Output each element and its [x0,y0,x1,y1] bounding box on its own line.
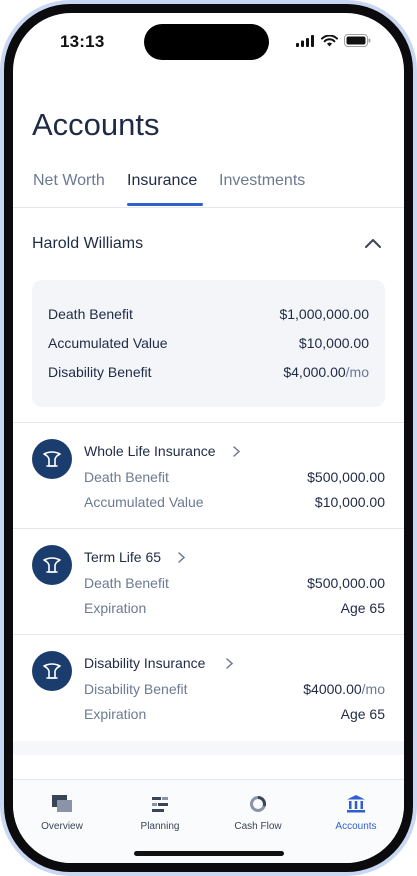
active-tab-indicator [127,203,203,206]
policy-name: Whole Life Insurance [84,443,216,459]
insurer-logo-icon [32,651,72,691]
policy-detail-value: $10,000.00 [314,494,385,510]
chevron-right-icon [178,552,185,563]
policy-detail-row: Death Benefit $500,000.00 [84,469,385,485]
tab-net-worth[interactable]: Net Worth [33,172,105,190]
dynamic-island [144,24,269,60]
battery-icon [344,34,371,47]
policy-detail-label: Disability Benefit [84,681,188,697]
chevron-right-icon [226,658,233,669]
insurer-logo-icon [32,545,72,585]
policy-detail-value: $500,000.00 [307,469,385,485]
tab-investments[interactable]: Investments [219,172,305,190]
planning-icon [152,797,168,812]
policy-detail-row: Death Benefit $500,000.00 [84,575,385,591]
policy-detail-value: Age 65 [340,600,385,616]
page-title: Accounts [32,107,160,142]
summary-row: Accumulated Value $10,000.00 [48,335,369,351]
policy-detail-value: $4000.00 [303,681,362,697]
tabbar-label: Planning [140,821,180,832]
insured-name[interactable]: Harold Williams [32,235,143,253]
policy-item-disability[interactable]: Disability Insurance Disability Benefit … [13,635,404,740]
overview-icon [52,795,72,812]
policy-item-term-life[interactable]: Term Life 65 Death Benefit $500,000.00 E… [13,529,404,634]
policy-detail-label: Expiration [84,706,147,722]
policy-detail-label: Accumulated Value [84,494,204,510]
policy-detail-unit: /mo [361,681,385,697]
summary-row: Disability Benefit $4,000.00/mo [48,364,369,380]
chevron-up-icon[interactable] [364,237,382,249]
summary-unit: /mo [345,364,369,380]
summary-value: $4,000.00 [283,364,346,380]
home-indicator[interactable] [134,851,284,856]
summary-value: $1,000,000.00 [279,306,369,322]
policy-detail-label: Death Benefit [84,575,169,591]
policy-name: Disability Insurance [84,655,206,671]
tabs-divider [13,207,404,208]
tabbar-label: Overview [41,821,83,832]
tab-insurance[interactable]: Insurance [127,172,197,190]
tabbar-item-cash-flow[interactable]: Cash Flow [209,780,307,840]
policy-name: Term Life 65 [84,549,162,565]
tabbar-label: Accounts [335,821,377,832]
summary-label: Death Benefit [48,306,133,322]
policy-detail-value: Age 65 [340,706,385,722]
policy-detail-row: Expiration Age 65 [84,706,385,722]
screen: 13:13 Accounts Net Worth Insurance Inves… [13,13,404,863]
tabbar-label: Cash Flow [234,821,282,832]
summary-label: Accumulated Value [48,335,168,351]
summary-value: $10,000.00 [298,335,369,351]
list-end-spacer [13,741,404,755]
insurance-summary-card: Death Benefit $1,000,000.00 Accumulated … [32,280,385,407]
policy-detail-value: $500,000.00 [307,575,385,591]
tabbar-item-accounts[interactable]: Accounts [307,780,404,840]
wifi-icon [321,34,338,46]
policy-detail-row: Accumulated Value $10,000.00 [84,494,385,510]
cellular-signal-icon [296,34,314,47]
status-icons [296,34,371,47]
insurer-logo-icon [32,439,72,479]
policy-detail-row: Disability Benefit $4000.00/mo [84,681,385,697]
bank-icon [347,795,365,813]
chevron-right-icon [233,446,240,457]
summary-row: Death Benefit $1,000,000.00 [48,306,369,322]
tabbar-item-planning[interactable]: Planning [111,780,209,840]
policy-detail-row: Expiration Age 65 [84,600,385,616]
summary-label: Disability Benefit [48,364,152,380]
tabbar-item-overview[interactable]: Overview [13,780,111,840]
policy-detail-label: Death Benefit [84,469,169,485]
policy-detail-label: Expiration [84,600,147,616]
segment-tabs: Net Worth Insurance Investments [13,168,404,208]
policy-item-whole-life[interactable]: Whole Life Insurance Death Benefit $500,… [13,423,404,528]
status-time: 13:13 [60,32,105,51]
cash-flow-icon [250,795,266,812]
